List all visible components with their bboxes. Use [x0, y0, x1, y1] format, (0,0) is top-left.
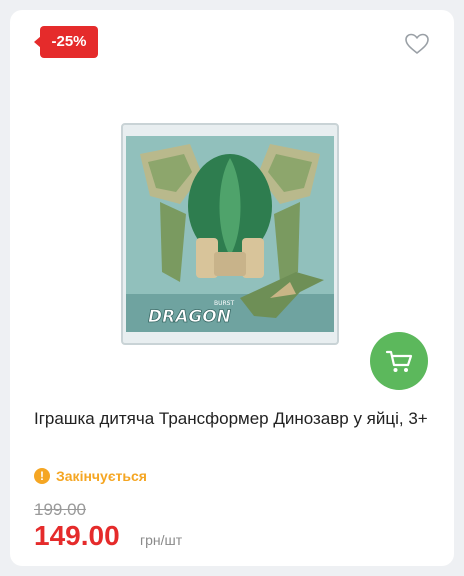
discount-badge: -25% [34, 26, 98, 58]
product-card[interactable]: -25% DRAGON BURST Іграшка дитяча Трансфо… [10, 10, 454, 566]
stock-status: ! Закінчується [34, 466, 147, 486]
product-title[interactable]: Іграшка дитяча Трансформер Динозавр у яй… [34, 406, 430, 432]
old-price: 199.00 [34, 500, 86, 519]
favorite-button[interactable] [404, 32, 430, 56]
add-to-cart-button[interactable] [370, 332, 428, 390]
stock-status-label: Закінчується [56, 468, 147, 484]
discount-label: -25% [51, 33, 87, 50]
toy-brand-subtext: BURST [214, 300, 234, 307]
price-unit: грн/шт [140, 532, 183, 548]
current-price: 149.00 [34, 520, 120, 551]
product-image[interactable]: DRAGON BURST [120, 122, 340, 346]
toy-box-illustration: DRAGON BURST [121, 123, 339, 345]
toy-brand-text: DRAGON [148, 307, 231, 327]
cart-icon [385, 350, 413, 372]
exclamation-circle-icon: ! [34, 468, 50, 484]
heart-outline-icon [405, 33, 429, 54]
